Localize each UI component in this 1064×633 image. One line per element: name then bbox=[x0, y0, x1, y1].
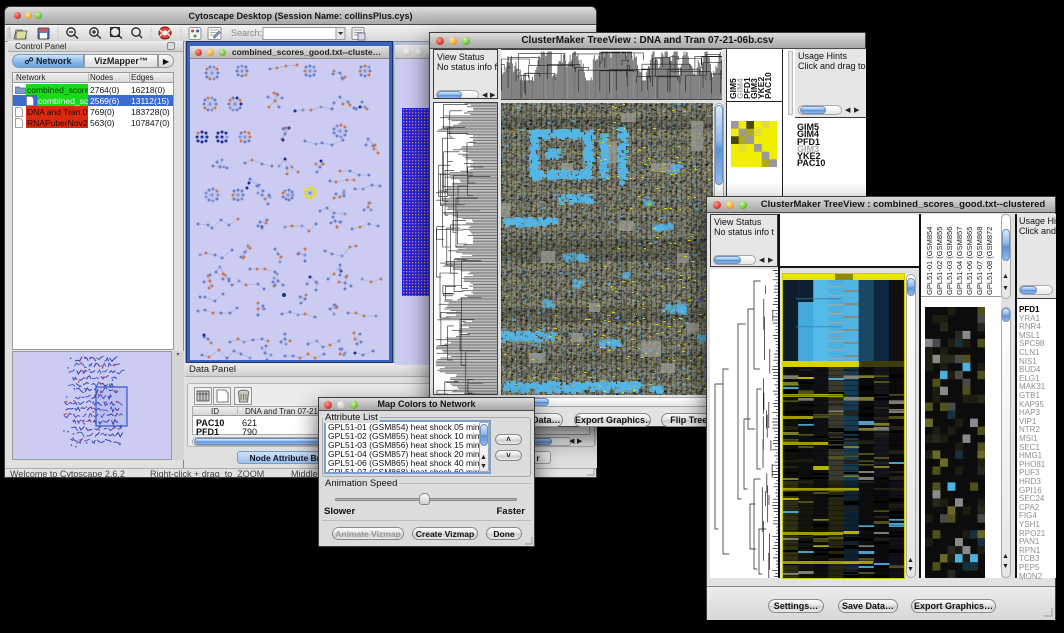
svg-text:GPL51-07 (GSM868: GPL51-07 (GSM868 bbox=[975, 227, 984, 295]
svg-text:GPL51-04 (GSM857: GPL51-04 (GSM857 bbox=[955, 227, 964, 295]
svg-text:GPL51-02 (GSM855: GPL51-02 (GSM855 bbox=[935, 227, 944, 295]
svg-text:GPL51-01 (GSM854: GPL51-01 (GSM854 bbox=[925, 227, 934, 295]
svg-text:PAC10: PAC10 bbox=[763, 72, 773, 99]
svg-text:GPL51-08 (GSM872: GPL51-08 (GSM872 bbox=[985, 227, 994, 295]
svg-text:Search:: Search: bbox=[231, 28, 262, 38]
svg-text:GPL51-03 (GSM856: GPL51-03 (GSM856 bbox=[945, 227, 954, 295]
svg-text:GPL51-06 (GSM865: GPL51-06 (GSM865 bbox=[965, 227, 974, 295]
